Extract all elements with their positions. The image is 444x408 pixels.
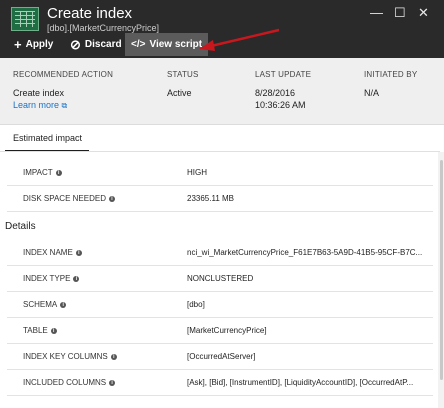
index-name-label: INDEX NAME i — [23, 248, 82, 257]
index-name-value: nci_wi_MarketCurrencyPrice_F61E7B63-5A9D… — [187, 248, 423, 257]
impact-row: IMPACT i HIGH — [7, 160, 433, 186]
impact-label: IMPACT i — [23, 168, 62, 177]
included-columns-label: INCLUDED COLUMNS i — [23, 378, 116, 387]
recommended-action-header: RECOMMENDED ACTION — [13, 70, 114, 79]
info-icon[interactable]: i — [75, 250, 82, 256]
apply-button[interactable]: + Apply — [14, 33, 53, 56]
status-header: STATUS — [167, 70, 199, 79]
summary-panel: RECOMMENDED ACTION STATUS LAST UPDATE IN… — [0, 58, 444, 125]
details-row-index-name: INDEX NAME i nci_wi_MarketCurrencyPrice_F… — [7, 240, 433, 266]
blade-title: Create index — [47, 5, 133, 22]
code-icon: </> — [131, 39, 146, 50]
details-row-index-key-columns: INDEX KEY COLUMNS i [OccurredAtServer] — [7, 344, 433, 370]
details-heading: Details — [5, 221, 36, 232]
disk-space-value: 23365.11 MB — [187, 194, 234, 203]
details-row-index-type: INDEX TYPE i NONCLUSTERED — [7, 266, 433, 292]
discard-button[interactable]: ⊘ Discard — [70, 33, 122, 56]
discard-icon: ⊘ — [70, 36, 81, 52]
schema-label: SCHEMA i — [23, 300, 67, 309]
plus-icon: + — [14, 37, 22, 52]
info-icon[interactable]: i — [50, 328, 57, 334]
discard-label: Discard — [84, 39, 122, 50]
info-icon[interactable]: i — [60, 302, 67, 308]
info-icon[interactable]: i — [109, 380, 116, 386]
tab-estimated-impact[interactable]: Estimated impact — [5, 131, 89, 151]
index-type-value: NONCLUSTERED — [187, 274, 254, 283]
schema-value: [dbo] — [187, 300, 205, 309]
impact-value: HIGH — [187, 168, 207, 177]
index-type-label: INDEX TYPE i — [23, 274, 80, 283]
last-update-time: 10:36:26 AM — [255, 100, 306, 110]
included-columns-value: [Ask], [Bid], [InstrumentID], [Liquidity… — [187, 378, 414, 387]
last-update-header: LAST UPDATE — [255, 70, 312, 79]
scrollbar-thumb[interactable] — [440, 160, 443, 380]
minimize-icon[interactable]: — — [370, 6, 383, 19]
details-row-schema: SCHEMA i [dbo] — [7, 292, 433, 318]
disk-space-label: DISK SPACE NEEDED i — [23, 194, 115, 203]
index-key-columns-label: INDEX KEY COLUMNS i — [23, 352, 117, 361]
recommended-action-value: Create index — [13, 88, 65, 98]
info-icon[interactable]: i — [108, 196, 115, 202]
info-icon[interactable]: i — [110, 354, 117, 360]
annotation-arrow — [199, 28, 280, 51]
last-update-date: 8/28/2016 — [255, 88, 296, 98]
details-row-included-columns: INCLUDED COLUMNS i [Ask], [Bid], [Instrum… — [7, 370, 433, 396]
status-value: Active — [167, 88, 192, 98]
details-row-table: TABLE i [MarketCurrencyPrice] — [7, 318, 433, 344]
tab-divider — [0, 151, 440, 152]
table-label: TABLE i — [23, 326, 57, 335]
info-icon[interactable]: i — [55, 170, 62, 176]
disk-space-row: DISK SPACE NEEDED i 23365.11 MB — [7, 186, 433, 212]
maximize-icon[interactable]: ☐ — [394, 6, 406, 19]
learn-more-link[interactable]: Learn more ⧉ — [13, 100, 67, 111]
info-icon[interactable]: i — [73, 276, 80, 282]
table-value: [MarketCurrencyPrice] — [187, 326, 267, 335]
external-link-icon: ⧉ — [61, 101, 68, 110]
learn-more-label: Learn more — [13, 100, 60, 110]
sql-index-icon — [11, 7, 39, 31]
blade-subtitle: [dbo].[MarketCurrencyPrice] — [47, 23, 160, 33]
index-key-columns-value: [OccurredAtServer] — [187, 352, 256, 361]
initiated-by-header: INITIATED BY — [364, 70, 418, 79]
initiated-by-value: N/A — [364, 88, 380, 98]
close-icon[interactable]: ✕ — [418, 6, 429, 19]
apply-label: Apply — [25, 39, 54, 50]
